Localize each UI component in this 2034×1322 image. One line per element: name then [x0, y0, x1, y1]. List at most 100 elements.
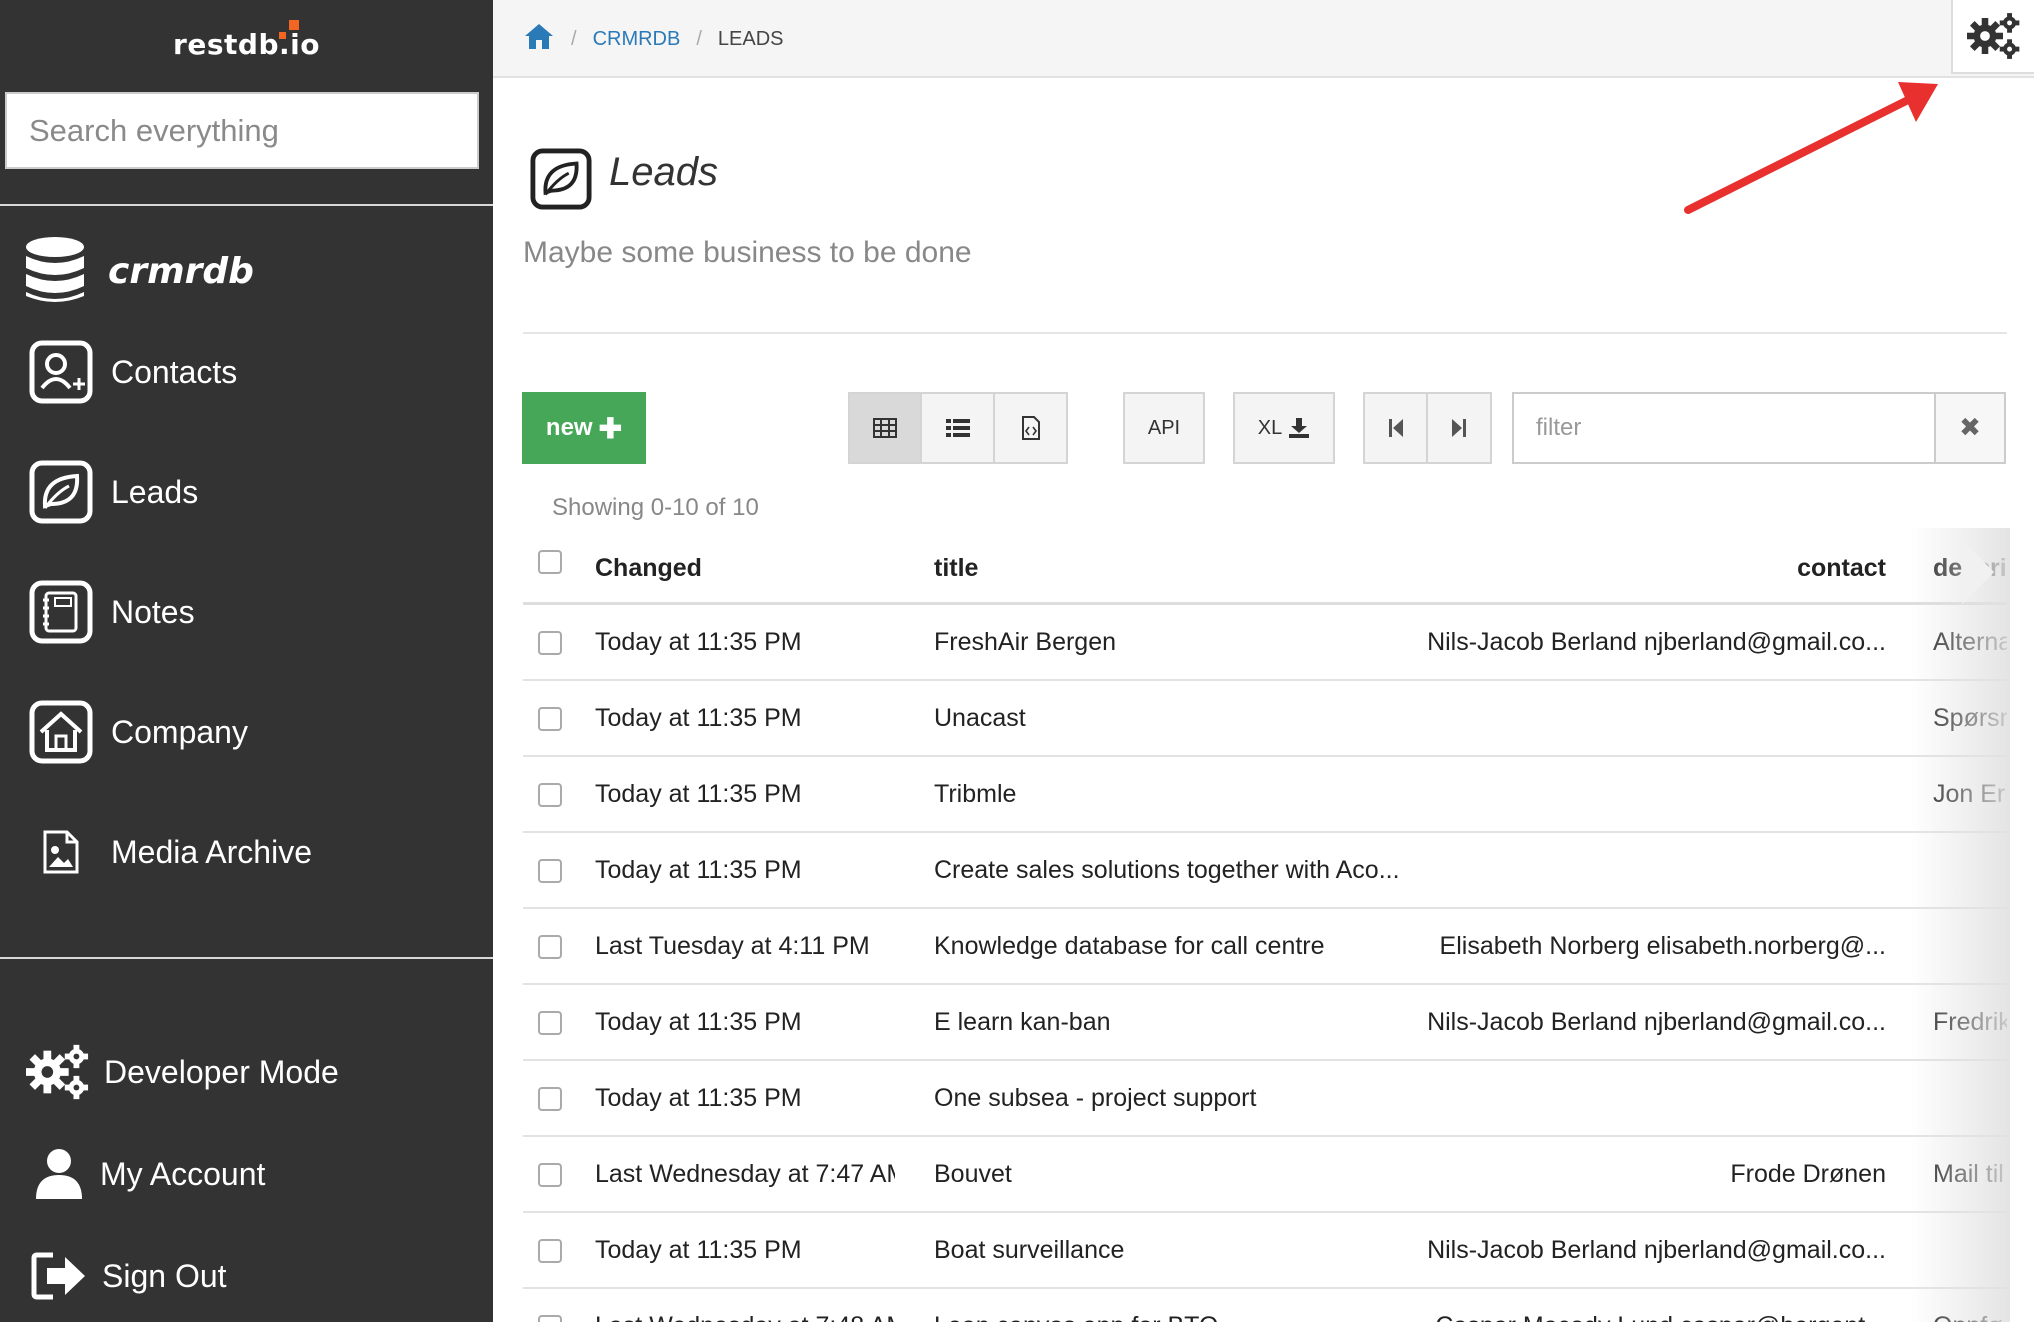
api-button-label: API	[1147, 416, 1181, 439]
sidebar-item-label: Leads	[111, 473, 199, 510]
table-row[interactable]: Last Wednesday at 7:48 AM Lean canvas ap…	[523, 1289, 2007, 1322]
cell-contact: Elisabeth Norberg elisabeth.norberg@...	[1439, 932, 1886, 960]
first-page-button[interactable]	[1365, 394, 1428, 462]
cell-title: FreshAir Bergen	[934, 628, 1117, 656]
sidebar-item-developer-mode[interactable]: Developer Mode	[26, 1040, 339, 1104]
breadcrumb-current: LEADS	[717, 27, 784, 50]
cell-changed: Today at 11:35 PM	[595, 780, 802, 808]
row-checkbox[interactable]	[538, 1239, 562, 1263]
cell-description: Spørsm	[1933, 704, 2007, 732]
cell-description: Fredrik	[1933, 1008, 2007, 1036]
row-checkbox[interactable]	[538, 1163, 562, 1187]
cell-title: Knowledge database for call centre	[934, 932, 1325, 960]
divider	[0, 204, 493, 206]
sidebar-item-my-account[interactable]: My Account	[30, 1142, 265, 1206]
row-checkbox[interactable]	[538, 859, 562, 883]
divider	[0, 957, 493, 959]
sidebar-item-label: My Account	[100, 1155, 266, 1192]
export-excel-button[interactable]: XL	[1233, 392, 1335, 464]
cell-title: Tribmle	[934, 780, 1017, 808]
table-row[interactable]: Today at 11:35 PM Boat surveillance Nils…	[523, 1213, 2007, 1289]
leaf-icon	[29, 460, 93, 524]
row-checkbox[interactable]	[538, 707, 562, 731]
house-icon	[29, 700, 93, 764]
last-page-button[interactable]	[1428, 394, 1490, 462]
row-checkbox[interactable]	[538, 1011, 562, 1035]
row-checkbox[interactable]	[538, 935, 562, 959]
table-view-button[interactable]	[850, 394, 922, 462]
record-count: Showing 0-10 of 10	[552, 494, 759, 521]
home-icon[interactable]	[523, 22, 555, 56]
database-header[interactable]: crmrdb	[24, 236, 254, 306]
row-checkbox[interactable]	[538, 1087, 562, 1111]
pagination-group	[1363, 392, 1492, 464]
column-header-contact[interactable]: contact	[1423, 554, 1886, 583]
code-file-icon	[1021, 416, 1040, 440]
list-icon	[945, 419, 970, 437]
cell-contact: Nils-Jacob Berland njberland@gmail.co...	[1427, 628, 1886, 656]
cell-description: Jon Eri	[1933, 780, 2007, 808]
breadcrumb: / CRMRDB / LEADS	[523, 22, 784, 56]
sidebar-item-leads[interactable]: Leads	[29, 460, 198, 524]
table-row[interactable]: Today at 11:35 PM Create sales solutions…	[523, 833, 2007, 909]
api-button[interactable]: API	[1123, 392, 1205, 464]
list-view-button[interactable]	[922, 394, 995, 462]
table-row[interactable]: Last Tuesday at 4:11 PM Knowledge databa…	[523, 909, 2007, 985]
clear-filter-button[interactable]: ✖	[1934, 392, 2006, 464]
cell-changed: Today at 11:35 PM	[595, 856, 802, 884]
cell-contact: Nils-Jacob Berland njberland@gmail.co...	[1427, 1236, 1886, 1264]
new-button-label: new	[545, 414, 593, 441]
code-view-button[interactable]	[995, 394, 1066, 462]
search-input[interactable]	[5, 92, 479, 169]
table-row[interactable]: Today at 11:35 PM One subsea - project s…	[523, 1061, 2007, 1137]
logo-dot	[279, 32, 286, 39]
app-logo[interactable]: restdb.io	[0, 20, 493, 61]
settings-button[interactable]	[1951, 0, 2034, 74]
sidebar-item-label: Developer Mode	[104, 1053, 339, 1090]
skip-last-icon	[1452, 419, 1466, 437]
scroll-right-arrow-icon[interactable]	[1962, 540, 1994, 604]
annotation-arrow	[1684, 82, 1938, 214]
row-checkbox[interactable]	[538, 783, 562, 807]
cell-description: Mail til	[1933, 1160, 2004, 1188]
table-row[interactable]: Today at 11:35 PM E learn kan-ban Nils-J…	[523, 985, 2007, 1061]
database-icon	[26, 237, 84, 302]
table-row[interactable]: Today at 11:35 PM Unacast Spørsm	[523, 681, 2007, 757]
table-header: Changed title contact descri	[523, 540, 2007, 605]
image-file-icon	[29, 820, 93, 884]
cell-title: Boat surveillance	[934, 1236, 1125, 1264]
table-row[interactable]: Last Wednesday at 7:47 AM Bouvet Frode D…	[523, 1137, 2007, 1213]
table-icon	[873, 418, 897, 438]
breadcrumb-database[interactable]: CRMRDB	[593, 28, 681, 51]
row-checkbox[interactable]	[538, 1315, 562, 1322]
export-excel-label: XL	[1257, 416, 1283, 439]
database-name: crmrdb	[108, 250, 254, 292]
contact-add-icon	[29, 340, 93, 404]
plus-icon: ✚	[598, 412, 623, 444]
sidebar-item-contacts[interactable]: Contacts	[29, 340, 237, 404]
cell-title: Lean canvas app for BTO	[934, 1312, 1434, 1322]
sidebar-item-company[interactable]: Company	[29, 700, 248, 764]
table-row[interactable]: Today at 11:35 PM FreshAir Bergen Nils-J…	[523, 605, 2007, 681]
cell-changed: Last Tuesday at 4:11 PM	[595, 932, 870, 960]
page-subtitle: Maybe some business to be done	[523, 236, 972, 269]
cell-description: Alterna	[1933, 628, 2007, 656]
sidebar-item-label: Sign Out	[102, 1257, 227, 1294]
sidebar: restdb.io crmrdb Contacts Leads Notes	[0, 0, 493, 1322]
sidebar-item-sign-out[interactable]: Sign Out	[30, 1244, 227, 1308]
new-button[interactable]: new ✚	[522, 392, 646, 464]
cell-changed: Today at 11:35 PM	[595, 704, 802, 732]
sidebar-item-notes[interactable]: Notes	[29, 580, 195, 644]
divider	[523, 332, 2007, 334]
row-checkbox[interactable]	[538, 631, 562, 655]
cell-contact: Nils-Jacob Berland njberland@gmail.co...	[1427, 1008, 1886, 1036]
filter-input[interactable]	[1512, 392, 2006, 464]
notebook-icon	[29, 580, 93, 644]
cell-changed: Today at 11:35 PM	[595, 1008, 802, 1036]
column-header-changed[interactable]: Changed	[595, 554, 895, 583]
table-row[interactable]: Today at 11:35 PM Tribmle Jon Eri	[523, 757, 2007, 833]
select-all-checkbox[interactable]	[538, 550, 562, 574]
column-header-title[interactable]: title	[934, 554, 1434, 583]
sidebar-item-media-archive[interactable]: Media Archive	[29, 820, 312, 884]
cell-description: Oppfø	[1933, 1312, 2007, 1322]
